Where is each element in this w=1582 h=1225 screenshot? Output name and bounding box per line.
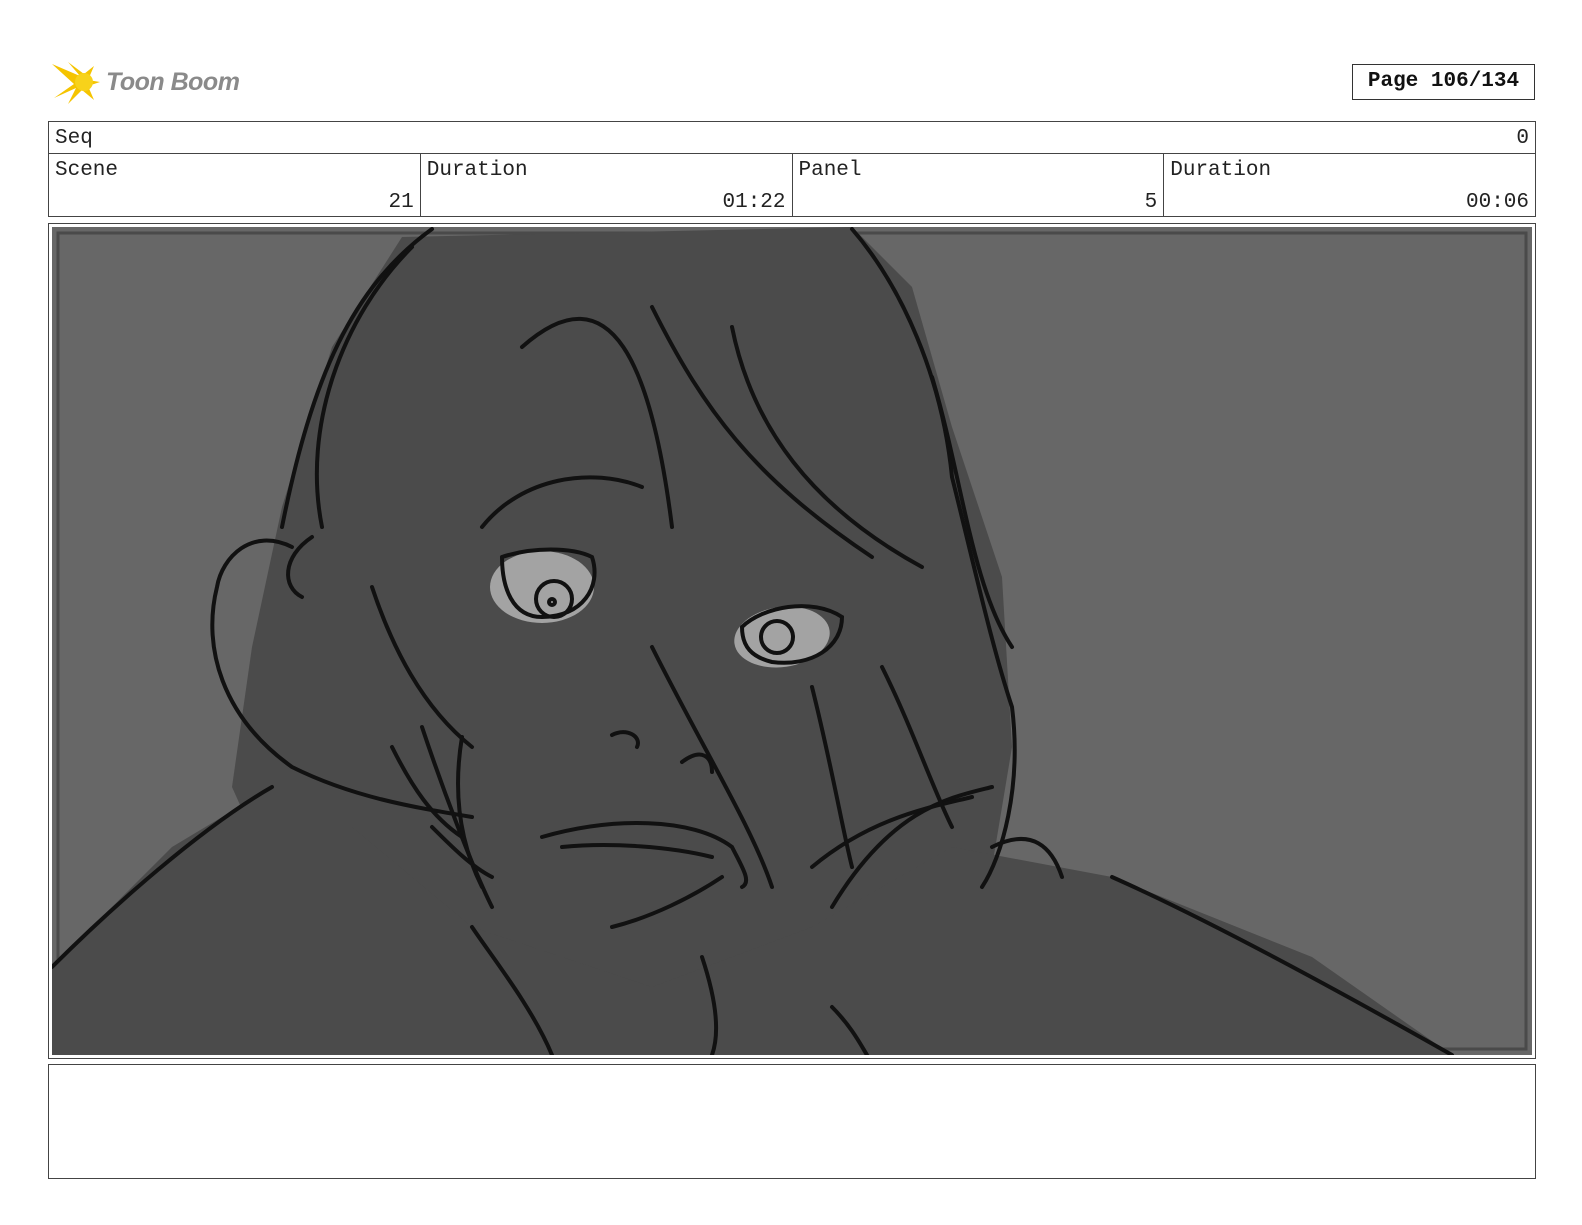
panel-sketch-image xyxy=(52,227,1532,1055)
scene-label: Scene xyxy=(55,159,119,182)
toon-boom-logo: Toon Boom xyxy=(50,56,240,108)
notes-box xyxy=(48,1064,1536,1179)
seq-row: Seq 0 xyxy=(49,122,1535,154)
panel-duration-cell: Duration 00:06 xyxy=(1164,154,1535,216)
panel-duration-value: 00:06 xyxy=(1465,191,1529,214)
panel-duration-label: Duration xyxy=(1170,159,1272,182)
panel-cell: Panel 5 xyxy=(793,154,1165,216)
scene-duration-cell: Duration 01:22 xyxy=(421,154,793,216)
scene-value: 21 xyxy=(388,191,414,214)
panel-value: 5 xyxy=(1144,191,1158,214)
page-indicator: Page 106/134 xyxy=(1352,64,1535,100)
logo-text: Toon Boom xyxy=(106,67,240,96)
seq-value: 0 xyxy=(1516,127,1529,150)
scene-duration-value: 01:22 xyxy=(722,191,786,214)
storyboard-panel xyxy=(48,223,1536,1059)
toon-boom-star-icon xyxy=(52,62,100,104)
scene-duration-label: Duration xyxy=(426,159,528,182)
seq-label: Seq xyxy=(55,127,93,150)
panel-label: Panel xyxy=(798,159,862,182)
scene-info-table: Seq 0 Scene 21 Duration 01:22 Panel 5 Du… xyxy=(48,121,1536,217)
scene-cell: Scene 21 xyxy=(49,154,421,216)
